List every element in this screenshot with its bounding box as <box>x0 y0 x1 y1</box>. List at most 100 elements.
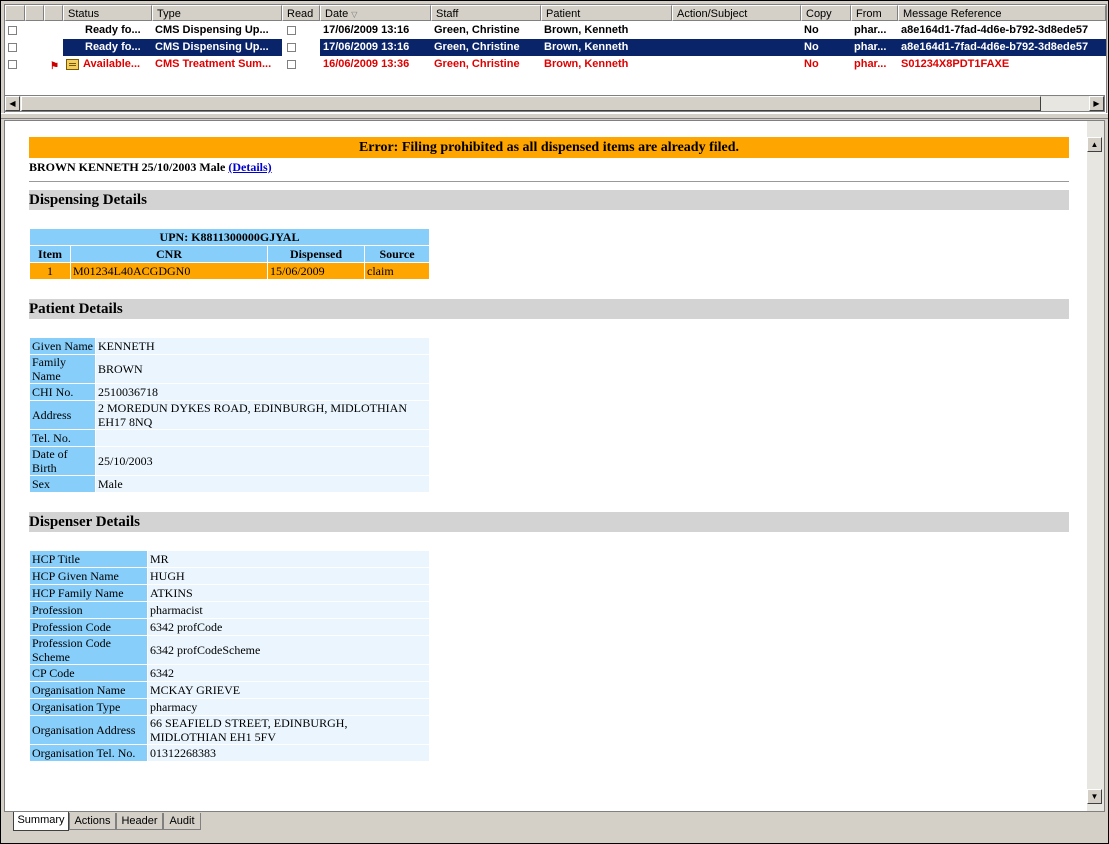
dispenser-key: Profession Code Scheme <box>30 636 147 664</box>
table-row: 1 M01234L40ACGDGN0 15/06/2009 claim <box>30 263 429 279</box>
cell-patient: Brown, Kenneth <box>541 39 672 56</box>
table-row[interactable]: Ready fo... CMS Dispensing Up... 17/06/2… <box>5 22 1106 39</box>
cell-message-reference: a8e164d1-7fad-4d6e-b792-3d8ede57 <box>901 24 1089 36</box>
dispenser-details-table: HCP Title MR HCP Given Name HUGH HCP Famil… <box>29 550 430 762</box>
details-link[interactable]: (Details) <box>228 160 271 174</box>
column-header-from[interactable]: From <box>851 5 898 21</box>
dispenser-key: HCP Given Name <box>30 568 147 584</box>
scroll-up-button[interactable]: ▲ <box>1087 137 1102 152</box>
row-checkbox[interactable] <box>5 39 25 56</box>
cell-type: CMS Dispensing Up... <box>152 39 282 56</box>
disp-header-item: Item <box>30 246 70 262</box>
dispenser-key: HCP Family Name <box>30 585 147 601</box>
table-row: Date of Birth 25/10/2003 <box>30 447 429 475</box>
column-header-select[interactable] <box>5 5 25 21</box>
column-header-status[interactable]: Status <box>63 5 152 21</box>
cell-read-checkbox[interactable] <box>282 39 320 56</box>
patient-key: Date of Birth <box>30 447 95 475</box>
column-header-copy[interactable]: Copy <box>801 5 851 21</box>
table-row: Family Name BROWN <box>30 355 429 383</box>
dispenser-value: MR <box>148 551 429 567</box>
cell-patient: Brown, Kenneth <box>544 58 629 70</box>
cell-status: Available... <box>83 58 141 70</box>
dispenser-value: 6342 profCodeScheme <box>148 636 429 664</box>
patient-value: 25/10/2003 <box>96 447 429 475</box>
patient-value: BROWN <box>96 355 429 383</box>
table-row: HCP Family Name ATKINS <box>30 585 429 601</box>
disp-header-cnr: CNR <box>71 246 267 262</box>
patient-value: KENNETH <box>96 338 429 354</box>
dispenser-value: 6342 <box>148 665 429 681</box>
column-header-message-reference[interactable]: Message Reference <box>898 5 1106 21</box>
table-row: HCP Given Name HUGH <box>30 568 429 584</box>
vertical-scrollbar[interactable]: ▲ ▼ <box>1087 121 1104 811</box>
patient-key: Given Name <box>30 338 95 354</box>
cell-date: 16/06/2009 13:36 <box>323 58 410 70</box>
cell-message-reference: S01234X8PDT1FAXE <box>901 58 1010 70</box>
disp-cell-cnr: M01234L40ACGDGN0 <box>71 263 267 279</box>
section-dispensing-details: Dispensing Details <box>29 190 1069 210</box>
column-header-read[interactable]: Read <box>282 5 320 21</box>
checkbox-icon <box>8 25 17 35</box>
pane-splitter[interactable] <box>1 113 1108 119</box>
cell-action-subject <box>672 39 801 56</box>
dispenser-value: MCKAY GRIEVE <box>148 682 429 698</box>
document-view: Error: Filing prohibited as all dispense… <box>4 120 1105 812</box>
cell-from: phar... <box>854 58 887 70</box>
row-checkbox[interactable] <box>5 56 25 73</box>
table-row: Given Name KENNETH <box>30 338 429 354</box>
row-checkbox[interactable] <box>5 22 25 39</box>
patient-value <box>96 430 429 446</box>
dispenser-key: Organisation Type <box>30 699 147 715</box>
patient-summary: BROWN KENNETH 25/10/2003 Male (Details) <box>29 159 1069 175</box>
table-row-selected[interactable]: Ready fo... CMS Dispensing Up... 17/06/2… <box>5 39 1106 56</box>
cell-action-subject <box>672 56 801 73</box>
column-header-date-label: Date <box>325 8 349 20</box>
horizontal-scrollbar[interactable]: ◀ ▶ <box>4 95 1105 112</box>
column-header-date[interactable]: Date ▽ <box>320 5 431 21</box>
cell-read-checkbox[interactable] <box>282 56 320 73</box>
table-row: Profession pharmacist <box>30 602 429 618</box>
column-header-action-subject[interactable]: Action/Subject <box>672 5 801 21</box>
scroll-down-button[interactable]: ▼ <box>1087 789 1102 804</box>
cell-date: 17/06/2009 13:16 <box>323 24 410 36</box>
dispenser-value: pharmacy <box>148 699 429 715</box>
dispensing-table: UPN: K8811300000GJYAL Item CNR Dispensed… <box>29 228 430 280</box>
table-row: Organisation Name MCKAY GRIEVE <box>30 682 429 698</box>
column-header-row: Status Type Read Date ▽ Staff Patient Act… <box>5 5 1106 22</box>
tab-actions[interactable]: Actions <box>69 813 116 830</box>
column-header-icon[interactable] <box>44 5 63 21</box>
patient-value: Male <box>96 476 429 492</box>
tab-header[interactable]: Header <box>116 813 163 830</box>
table-row: Profession Code Scheme 6342 profCodeSchem… <box>30 636 429 664</box>
dispenser-value: 6342 profCode <box>148 619 429 635</box>
patient-value: 2 MOREDUN DYKES ROAD, EDINBURGH, MIDLOTH… <box>96 401 429 429</box>
section-dispenser-details: Dispenser Details <box>29 512 1069 532</box>
table-row: Profession Code 6342 profCode <box>30 619 429 635</box>
horizontal-scroll-thumb[interactable] <box>21 96 1041 111</box>
patient-key: Address <box>30 401 95 429</box>
column-header-type[interactable]: Type <box>152 5 282 21</box>
disp-cell-dispensed: 15/06/2009 <box>268 263 364 279</box>
tab-audit[interactable]: Audit <box>163 813 201 830</box>
checkbox-icon <box>8 59 17 69</box>
column-header-flag[interactable] <box>25 5 44 21</box>
cell-read-checkbox[interactable] <box>282 22 320 39</box>
column-header-patient[interactable]: Patient <box>541 5 672 21</box>
dispenser-key: Organisation Name <box>30 682 147 698</box>
table-row-unread[interactable]: ⚑ Available... CMS Treatment Sum... 16/0… <box>5 56 1106 73</box>
dispenser-value: HUGH <box>148 568 429 584</box>
upn-header: UPN: K8811300000GJYAL <box>30 229 429 245</box>
cell-status: Ready fo... <box>63 39 152 56</box>
cell-staff: Green, Christine <box>434 58 520 70</box>
disp-cell-item: 1 <box>30 263 70 279</box>
sort-descending-icon: ▽ <box>351 10 358 19</box>
scroll-right-button[interactable]: ▶ <box>1089 96 1104 111</box>
patient-value: 2510036718 <box>96 384 429 400</box>
column-header-staff[interactable]: Staff <box>431 5 541 21</box>
table-row: CP Code 6342 <box>30 665 429 681</box>
patient-key: Sex <box>30 476 95 492</box>
scroll-left-button[interactable]: ◀ <box>5 96 20 111</box>
tab-summary[interactable]: Summary <box>13 812 69 831</box>
cell-staff: Green, Christine <box>434 24 520 36</box>
